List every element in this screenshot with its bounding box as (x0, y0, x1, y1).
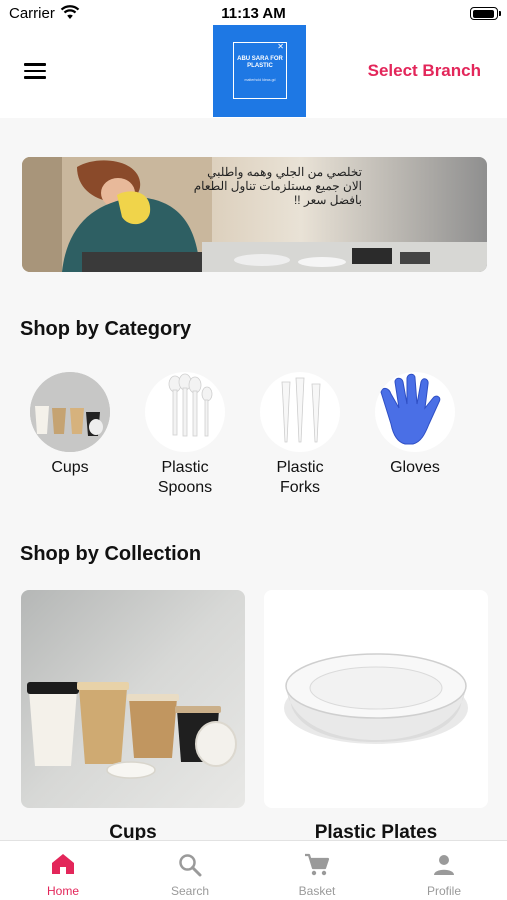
spoons-image (145, 372, 225, 452)
bottom-tab-bar: Home Search Basket Profile (0, 840, 507, 900)
tab-label: Home (46, 884, 79, 898)
tab-label: Basket (298, 884, 336, 898)
tab-label: Profile (426, 884, 461, 898)
forks-image (260, 372, 340, 452)
category-plastic-forks[interactable]: Plastic Forks (260, 372, 340, 498)
logo-title: ABU SARA FOR PLASTIC (237, 56, 283, 69)
category-label: Gloves (390, 459, 440, 476)
app-header: ✕ ABU SARA FOR PLASTIC matterhold Ideas.… (0, 25, 507, 118)
search-icon (178, 853, 202, 882)
home-icon (51, 853, 75, 880)
brand-logo[interactable]: ✕ ABU SARA FOR PLASTIC matterhold Ideas.… (213, 25, 306, 117)
collection-plastic-plates-card[interactable] (264, 590, 488, 808)
shop-by-collection-title: Shop by Collection (20, 543, 202, 565)
category-label: Cups (51, 459, 89, 476)
cart-icon (304, 853, 330, 882)
category-plastic-spoons[interactable]: Plastic Spoons (145, 372, 225, 498)
banner-text: تخلصي من الجلي وهمه واطلبي الان جميع مست… (193, 165, 362, 207)
plates-collection-image (284, 653, 468, 744)
status-bar: Carrier 11:13 AM (0, 0, 507, 28)
banner-woman-image (22, 157, 212, 272)
tab-basket[interactable]: Basket (254, 841, 380, 900)
category-label: Plastic Forks (276, 459, 324, 496)
category-cups[interactable]: Cups (30, 372, 110, 478)
banner-dishes-image (202, 242, 487, 272)
select-branch-button[interactable]: Select Branch (368, 61, 481, 81)
menu-icon[interactable] (24, 63, 46, 79)
logo-subtitle: matterhold Ideas.gd (244, 78, 276, 82)
profile-icon (432, 853, 456, 882)
logo-mark-icon: ✕ (277, 42, 284, 51)
tab-profile[interactable]: Profile (381, 841, 507, 900)
clock: 11:13 AM (221, 5, 286, 22)
tab-home[interactable]: Home (0, 841, 126, 900)
cups-collection-image (27, 682, 237, 779)
gloves-image (375, 372, 455, 452)
logo-frame: ✕ ABU SARA FOR PLASTIC matterhold Ideas.… (233, 42, 287, 99)
category-gloves[interactable]: Gloves (375, 372, 455, 478)
tab-search[interactable]: Search (127, 841, 253, 900)
promo-banner[interactable]: تخلصي من الجلي وهمه واطلبي الان جميع مست… (22, 157, 487, 272)
tab-label: Search (170, 884, 210, 898)
shop-by-category-title: Shop by Category (20, 318, 192, 340)
battery-icon (470, 7, 501, 20)
cups-image (30, 372, 110, 452)
category-label: Plastic Spoons (157, 459, 213, 496)
collection-cups-card[interactable] (21, 590, 245, 808)
